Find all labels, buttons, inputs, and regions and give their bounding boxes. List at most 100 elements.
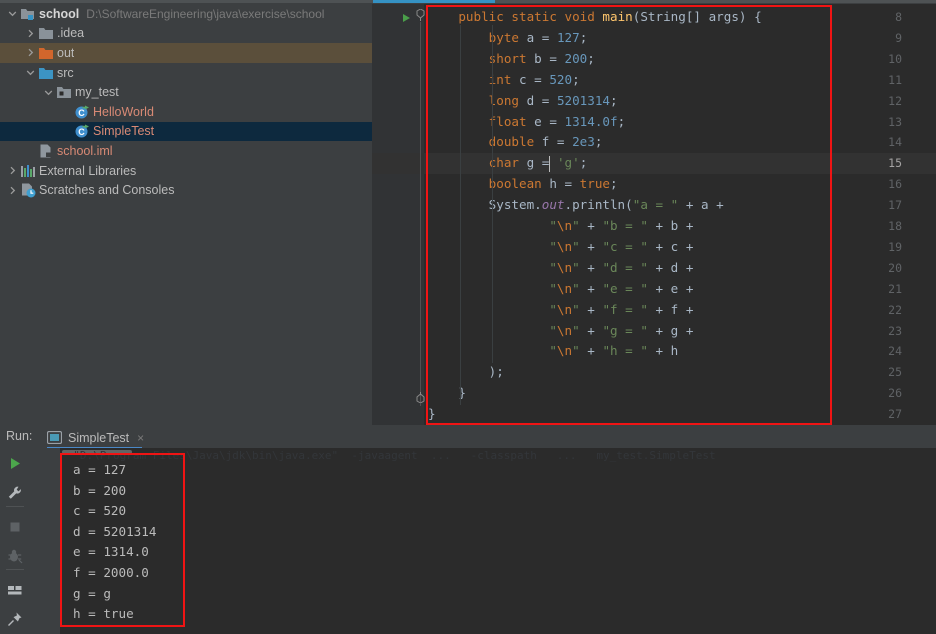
code-line[interactable]: short b = 200; <box>428 49 595 70</box>
code-token: "h = " <box>602 343 648 359</box>
tree-item-simpletest[interactable]: C SimpleTest <box>0 121 372 142</box>
code-token: d = <box>519 92 557 108</box>
chevron-down-icon[interactable] <box>6 9 19 18</box>
editor-gutter[interactable] <box>372 4 424 425</box>
code-token: " <box>549 259 557 275</box>
java-class-icon: C <box>73 123 90 139</box>
code-token: ; <box>610 176 618 192</box>
code-line[interactable]: byte a = 127; <box>428 28 588 49</box>
code-editor[interactable]: 8 9 10 11 12 13 14 15 16 17 18 19 20 21 22 23 24 25 26 27 p… <box>372 4 936 425</box>
code-token: "e = " <box>602 280 648 296</box>
console-output-area[interactable]: "D:\Program Files\Java\jdk\bin\java.exe"… <box>60 448 936 634</box>
code-line[interactable]: } <box>428 404 436 425</box>
code-line[interactable]: long d = 5201314; <box>428 91 618 112</box>
project-tool-window[interactable]: school D:\SoftwareEngineering\java\exerci… <box>0 4 372 425</box>
chevron-down-icon[interactable] <box>42 88 55 97</box>
code-line[interactable]: char g = 'g'; <box>428 153 588 174</box>
settings-wrench-button[interactable] <box>4 482 26 504</box>
chevron-down-icon[interactable] <box>24 68 37 77</box>
toolbar-separator <box>6 569 24 570</box>
tree-item-label: out <box>57 45 75 60</box>
console-output-line: f = 2000.0 <box>73 564 149 580</box>
run-tab-label: SimpleTest <box>68 430 130 445</box>
rerun-button[interactable] <box>4 453 26 475</box>
code-token: long <box>488 92 520 108</box>
code-token: out <box>541 197 565 213</box>
code-token: h = <box>541 176 580 192</box>
code-line[interactable]: "\n" + "e = " + e + <box>428 279 693 300</box>
code-fold-close-icon[interactable] <box>416 392 425 404</box>
code-line[interactable]: double f = 2e3; <box>428 132 603 153</box>
pin-tab-button[interactable] <box>4 608 26 630</box>
console-toolbar-right[interactable] <box>30 448 85 634</box>
code-token: + c + <box>647 238 694 254</box>
code-token: ; <box>579 29 588 45</box>
code-line[interactable]: public static void main(String[] args) { <box>428 7 761 28</box>
tree-item-school[interactable]: school D:\SoftwareEngineering\java\exerci… <box>0 4 372 24</box>
tree-item-school-iml[interactable]: school.iml <box>0 141 372 161</box>
code-line[interactable]: "\n" + "f = " + f + <box>428 300 693 321</box>
code-token: + a + <box>678 197 724 213</box>
code-line[interactable]: "\n" + "b = " + b + <box>428 216 693 237</box>
code-token: "c = " <box>602 238 648 254</box>
code-fold-open-icon[interactable] <box>416 8 425 21</box>
code-line[interactable]: int c = 520; <box>428 70 580 91</box>
code-line[interactable]: float e = 1314.0f; <box>428 112 626 133</box>
run-tab-simpletest[interactable]: SimpleTest × <box>47 427 144 448</box>
chevron-right-icon[interactable] <box>24 29 37 38</box>
tree-item-my-test[interactable]: my_test <box>0 82 372 102</box>
tree-item-src[interactable]: src <box>0 63 372 83</box>
code-line[interactable]: "\n" + "g = " + g + <box>428 321 693 342</box>
run-gutter-icon[interactable] <box>403 14 410 22</box>
code-token: " <box>572 259 580 275</box>
code-line[interactable]: "\n" + "c = " + c + <box>428 237 693 258</box>
chevron-right-icon[interactable] <box>24 48 37 57</box>
code-token: " <box>549 280 557 296</box>
close-icon[interactable]: × <box>137 431 144 445</box>
svg-text:C: C <box>78 127 85 137</box>
code-token: " <box>572 301 580 317</box>
chevron-right-icon[interactable] <box>6 186 19 195</box>
code-token: byte <box>488 29 520 45</box>
code-line[interactable]: System.out.println("a = " + a + <box>428 195 724 216</box>
code-token: + b + <box>647 218 694 233</box>
source-code-text[interactable]: public static void main(String[] args) {… <box>428 4 936 425</box>
tree-item-scratches-and-consoles[interactable]: Scratches and Consoles <box>0 180 372 200</box>
folder-orange-icon <box>37 45 54 61</box>
debug-button[interactable] <box>4 545 26 567</box>
code-token: + <box>579 343 603 359</box>
code-line[interactable]: boolean h = true; <box>428 174 618 195</box>
stop-button[interactable] <box>4 516 26 538</box>
code-line[interactable]: ); <box>428 362 504 383</box>
tree-item-idea[interactable]: .idea <box>0 24 372 44</box>
code-token: " <box>572 238 580 254</box>
run-tool-window[interactable]: Run: SimpleTest × "D:\Program Files\Java… <box>0 425 936 634</box>
code-token: "b = " <box>602 218 648 233</box>
tree-item-out[interactable]: out <box>0 43 372 63</box>
tree-item-external-libraries[interactable]: External Libraries <box>0 161 372 181</box>
code-token: b = <box>526 50 565 66</box>
console-output-line: d = 5201314 <box>73 523 157 539</box>
code-token: " <box>549 218 557 233</box>
layout-button[interactable] <box>4 579 26 601</box>
code-token: "a = " <box>632 197 679 213</box>
code-token: ; <box>572 71 580 87</box>
code-token: + <box>579 238 603 254</box>
tree-item-helloworld[interactable]: C HelloWorld <box>0 102 372 122</box>
chevron-right-icon[interactable] <box>6 166 19 175</box>
run-toolbar-left[interactable] <box>0 448 30 634</box>
tree-item-label: school.iml <box>57 143 113 158</box>
tree-item-label: SimpleTest <box>93 124 155 139</box>
code-token: + e + <box>647 280 694 296</box>
code-line[interactable]: "\n" + "h = " + h <box>428 341 678 362</box>
code-token: + d + <box>647 259 694 275</box>
code-token: 520 <box>549 71 573 87</box>
run-tool-window-header: Run: SimpleTest × <box>0 425 936 449</box>
code-line[interactable]: "\n" + "d = " + d + <box>428 258 693 279</box>
